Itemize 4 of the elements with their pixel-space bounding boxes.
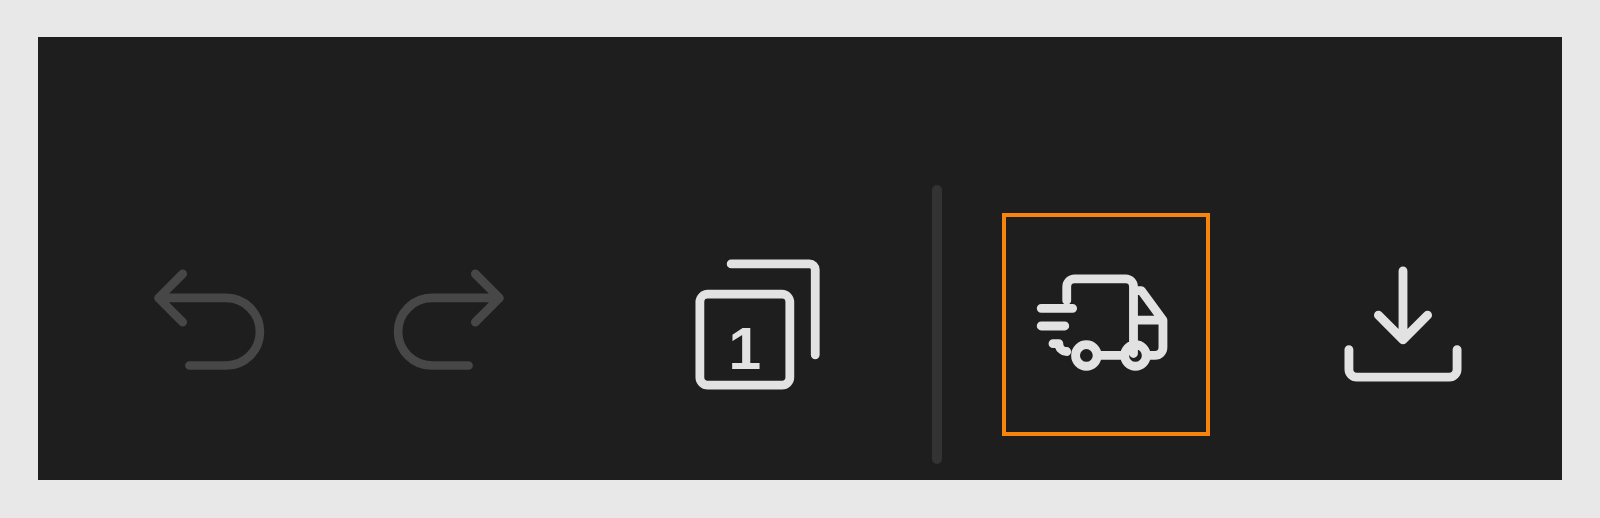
page-count: 1 [728, 315, 762, 380]
delivery-button[interactable] [1002, 213, 1210, 436]
download-icon [1344, 265, 1462, 384]
pages-button[interactable]: 1 [656, 213, 864, 436]
